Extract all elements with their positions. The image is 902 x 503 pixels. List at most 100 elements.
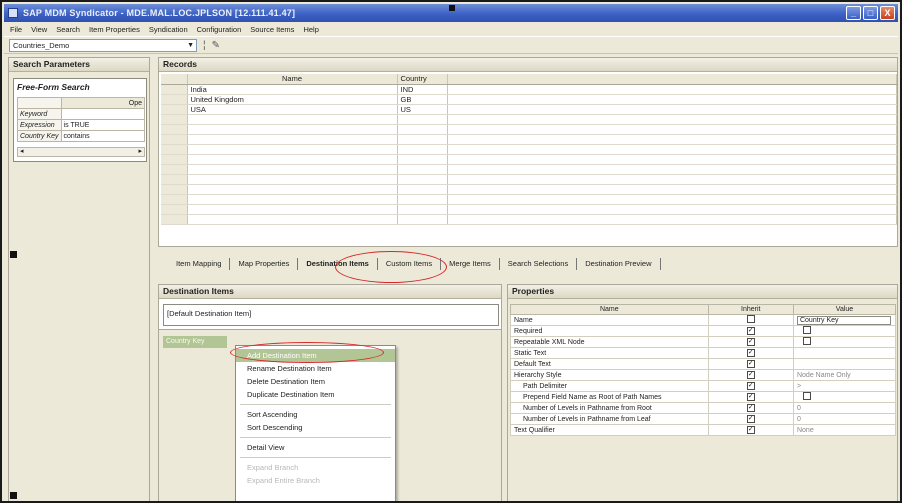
value-input[interactable]: Country Key — [796, 315, 891, 325]
inherit-checkbox[interactable]: ✓ — [746, 338, 755, 346]
table-row[interactable]: India IND — [161, 84, 897, 95]
inherit-checkbox[interactable]: ✓ — [746, 404, 755, 412]
value-cell[interactable] — [792, 358, 897, 370]
value-cell[interactable]: None — [792, 424, 897, 436]
ff-row-value[interactable]: is TRUE — [60, 119, 146, 131]
property-row[interactable]: Path Delimiter ✓ > — [510, 380, 897, 392]
menu-item-rename-destination-item[interactable]: Rename Destination Item — [236, 362, 395, 375]
value-cell[interactable] — [792, 325, 897, 337]
value-cell[interactable] — [792, 391, 897, 403]
inherit-checkbox[interactable] — [746, 315, 755, 323]
value-cell[interactable] — [792, 336, 897, 348]
menu-file[interactable]: File — [10, 25, 22, 34]
property-row[interactable]: Prepend Field Name as Root of Path Names… — [510, 391, 897, 403]
property-row[interactable]: Hierarchy Style ✓ Node Name Only — [510, 369, 897, 381]
value-cell[interactable] — [792, 347, 897, 359]
ff-row[interactable]: Country Key contains — [17, 130, 146, 142]
column-header-name[interactable]: Name — [187, 74, 398, 85]
inherit-checkbox[interactable]: ✓ — [746, 426, 755, 434]
table-row-empty — [161, 204, 897, 215]
menu-item-delete-destination-item[interactable]: Delete Destination Item — [236, 375, 395, 388]
close-button[interactable]: X — [880, 6, 895, 20]
value-checkbox[interactable] — [802, 337, 811, 345]
map-selector-value: Countries_Demo — [13, 40, 70, 50]
ff-row-value[interactable]: contains — [60, 130, 146, 142]
records-pane: Records Name Country India IND United Ki… — [158, 57, 898, 247]
ff-operator-header: Ope — [60, 97, 146, 109]
table-row-empty — [161, 144, 897, 155]
value-text: 0 — [796, 404, 801, 412]
table-row[interactable]: United Kingdom GB — [161, 94, 897, 105]
cell-name: USA — [187, 104, 398, 115]
ff-row-value[interactable] — [60, 108, 146, 120]
value-cell[interactable]: 0 — [792, 413, 897, 425]
value-cell[interactable]: 0 — [792, 402, 897, 414]
property-name: Static Text — [510, 347, 709, 359]
horizontal-scrollbar[interactable]: ◂ ▸ — [17, 147, 145, 157]
property-row[interactable]: Text Qualifier ✓ None — [510, 424, 897, 436]
column-header-value[interactable]: Value — [792, 304, 897, 315]
property-name: Repeatable XML Node — [510, 336, 709, 348]
free-form-search-box: Free-Form Search Ope Keyword Expression … — [13, 78, 147, 162]
inherit-checkbox[interactable]: ✓ — [746, 415, 755, 423]
tab-map-properties[interactable]: Map Properties — [230, 258, 299, 270]
property-row[interactable]: Number of Levels in Pathname from Leaf ✓ 0 — [510, 413, 897, 425]
property-row[interactable]: Static Text ✓ — [510, 347, 897, 359]
tree-node-country-key[interactable]: Country Key — [163, 336, 227, 348]
tab-destination-preview[interactable]: Destination Preview — [577, 258, 661, 270]
search-parameters-header: Search Parameters — [9, 58, 149, 72]
inherit-checkbox[interactable]: ✓ — [746, 382, 755, 390]
column-header-inherit[interactable]: Inherit — [707, 304, 794, 315]
minimize-button[interactable]: _ — [846, 6, 861, 20]
table-row[interactable]: USA US — [161, 104, 897, 115]
menu-configuration[interactable]: Configuration — [197, 25, 242, 34]
inherit-checkbox[interactable]: ✓ — [746, 327, 755, 335]
value-checkbox[interactable] — [802, 392, 811, 400]
tab-merge-items[interactable]: Merge Items — [441, 258, 500, 270]
property-row[interactable]: Required ✓ — [510, 325, 897, 337]
menu-item-sort-descending[interactable]: Sort Descending — [236, 421, 395, 434]
column-header-name[interactable]: Name — [510, 304, 709, 315]
inherit-checkbox[interactable]: ✓ — [746, 349, 755, 357]
cell-name: United Kingdom — [187, 94, 398, 105]
value-checkbox[interactable] — [802, 326, 811, 334]
scroll-left-icon[interactable]: ◂ — [20, 148, 24, 155]
menu-source-items[interactable]: Source Items — [250, 25, 294, 34]
property-row[interactable]: Repeatable XML Node ✓ — [510, 336, 897, 348]
column-header-country[interactable]: Country — [397, 74, 448, 85]
scroll-right-icon[interactable]: ▸ — [138, 148, 142, 156]
default-destination-item[interactable]: [Default Destination Item] — [163, 304, 499, 326]
inherit-checkbox[interactable]: ✓ — [746, 393, 755, 401]
tab-search-selections[interactable]: Search Selections — [500, 258, 578, 270]
inherit-cell: ✓ — [707, 325, 794, 337]
value-cell[interactable]: Node Name Only — [792, 369, 897, 381]
menu-search[interactable]: Search — [56, 25, 80, 34]
inherit-cell: ✓ — [707, 413, 794, 425]
menu-item-properties[interactable]: Item Properties — [89, 25, 140, 34]
property-row[interactable]: Number of Levels in Pathname from Root ✓ 0 — [510, 402, 897, 414]
free-form-search-table: Ope Keyword Expression is TRUE Country K… — [17, 97, 146, 142]
tab-item-mapping[interactable]: Item Mapping — [168, 258, 231, 270]
menu-help[interactable]: Help — [303, 25, 318, 34]
value-cell[interactable]: > — [792, 380, 897, 392]
property-name: Path Delimiter — [510, 380, 709, 392]
menu-syndication[interactable]: Syndication — [149, 25, 188, 34]
ff-row[interactable]: Expression is TRUE — [17, 119, 146, 131]
menu-item-duplicate-destination-item[interactable]: Duplicate Destination Item — [236, 388, 395, 401]
ff-row-label: Country Key — [17, 130, 62, 142]
inherit-checkbox[interactable]: ✓ — [746, 360, 755, 368]
maximize-button[interactable]: □ — [863, 6, 878, 20]
menu-item-sort-ascending[interactable]: Sort Ascending — [236, 408, 395, 421]
inherit-checkbox[interactable]: ✓ — [746, 371, 755, 379]
property-row[interactable]: Default Text ✓ — [510, 358, 897, 370]
ff-row[interactable]: Keyword — [17, 108, 146, 120]
cell-blank — [447, 104, 897, 115]
menu-view[interactable]: View — [31, 25, 47, 34]
property-row[interactable]: Name Country Key — [510, 314, 897, 326]
map-selector[interactable]: Countries_Demo ▼ — [9, 38, 197, 52]
property-name: Number of Levels in Pathname from Leaf — [510, 413, 709, 425]
menu-item-detail-view[interactable]: Detail View — [236, 441, 395, 454]
value-cell[interactable]: Country Key — [792, 314, 897, 326]
table-row-empty — [161, 194, 897, 205]
pin-icon[interactable]: ✎ — [212, 40, 220, 51]
